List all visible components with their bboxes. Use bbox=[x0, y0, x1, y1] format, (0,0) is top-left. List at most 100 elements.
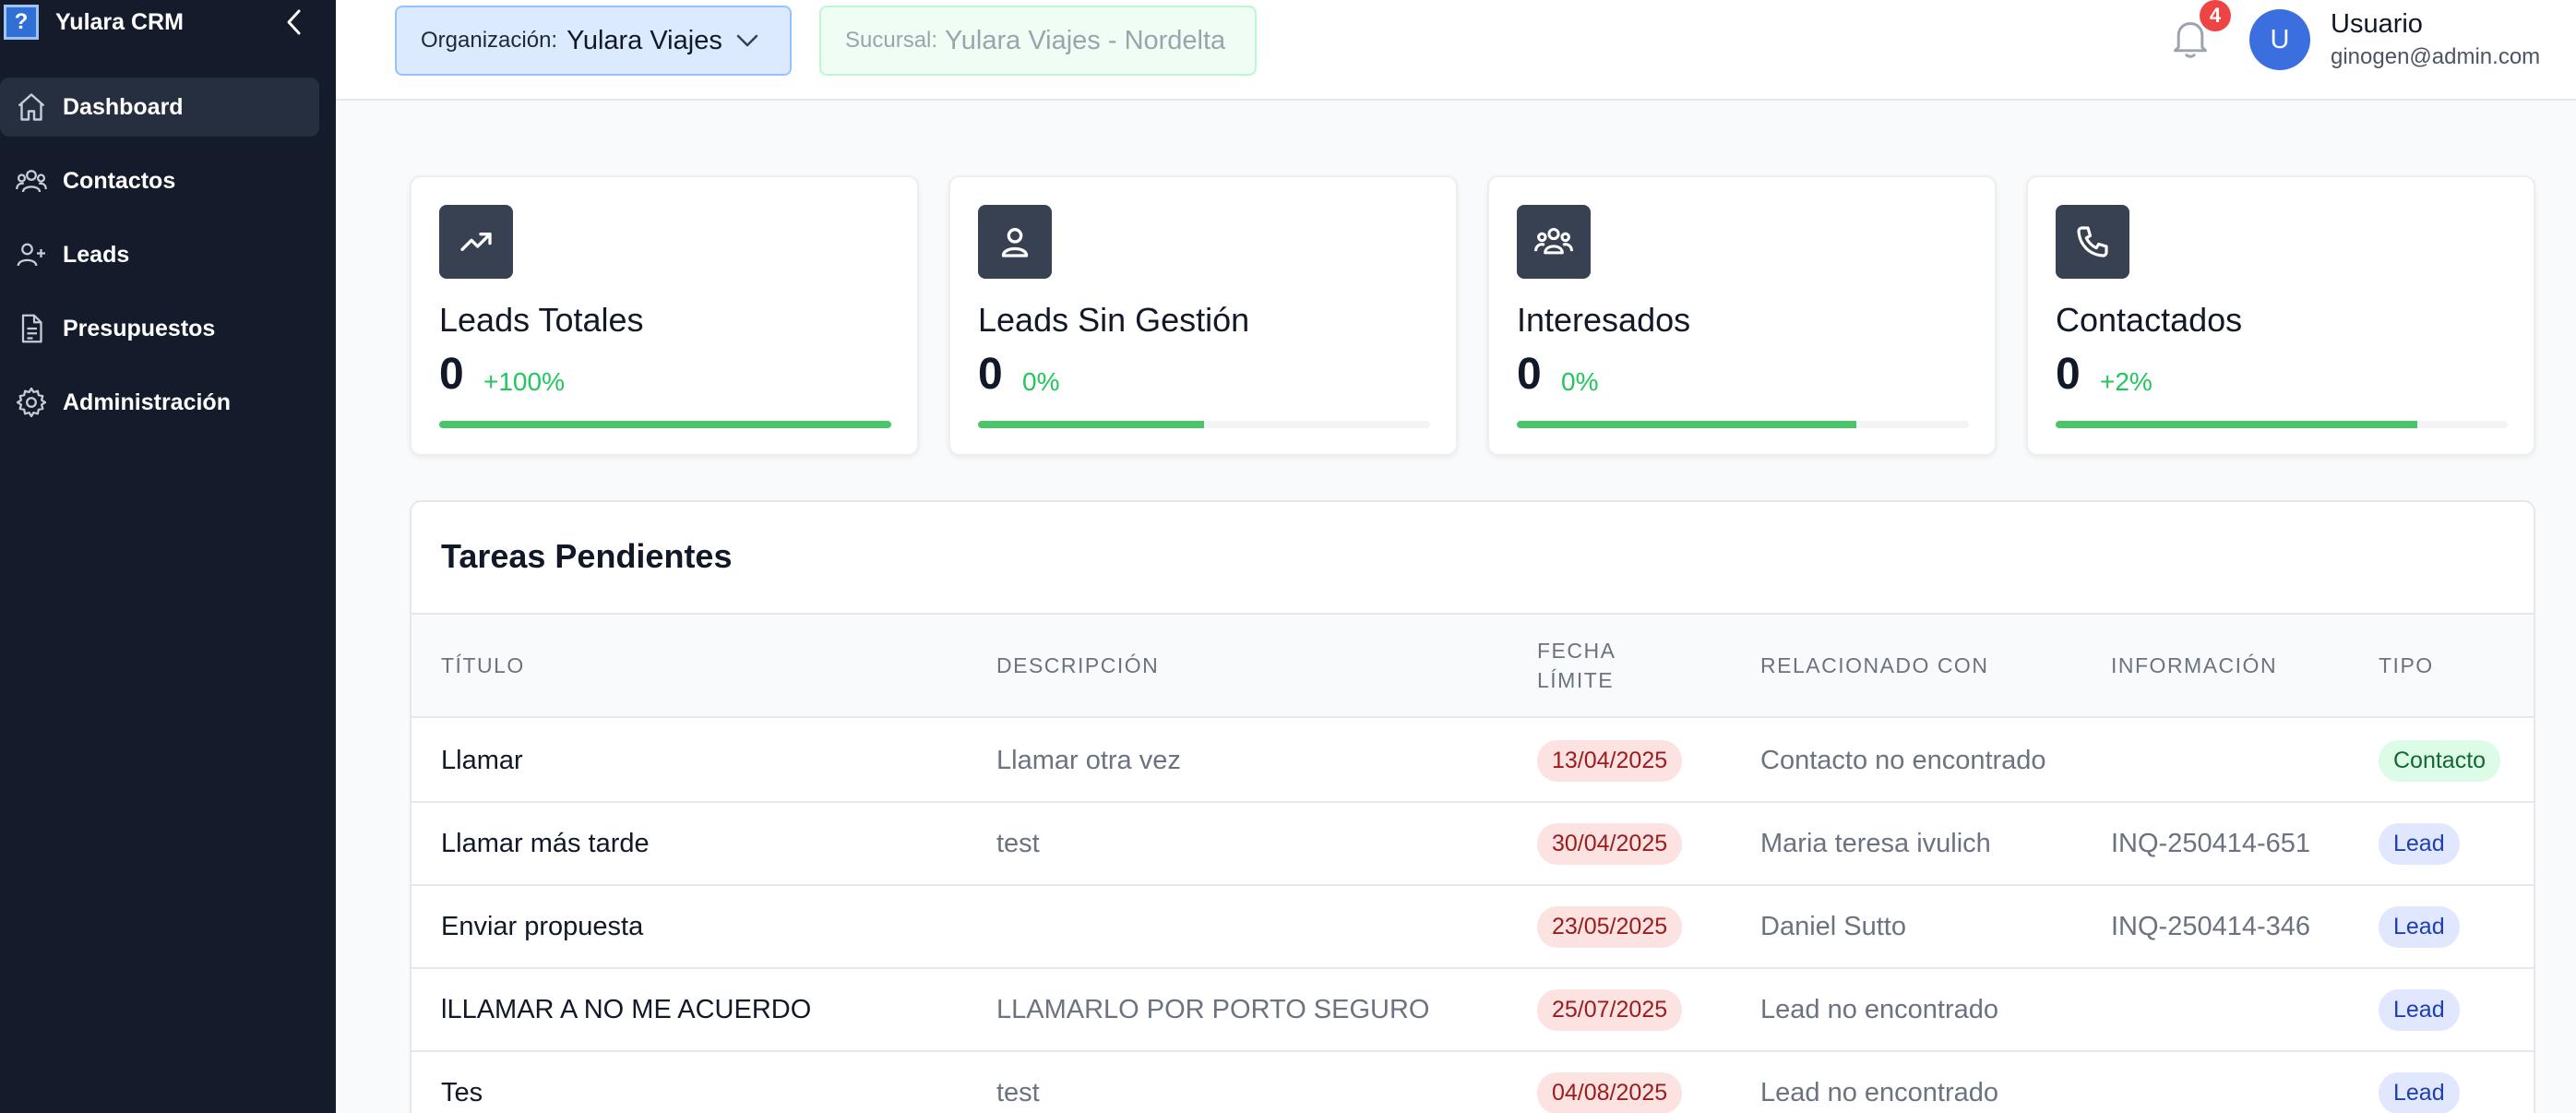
task-related: Daniel Sutto bbox=[1760, 911, 1906, 941]
task-description: Llamar otra vez bbox=[996, 745, 1181, 775]
branch-value: Yulara Viajes - Nordelta bbox=[945, 25, 1226, 55]
branch-select[interactable]: Sucursal: Yulara Viajes - Nordelta bbox=[819, 6, 1257, 76]
due-date-badge: 25/07/2025 bbox=[1537, 988, 1683, 1031]
user-email: ginogen@admin.com bbox=[2331, 44, 2541, 69]
sidebar-item-label: Leads bbox=[63, 241, 130, 268]
avatar[interactable]: U bbox=[2249, 9, 2310, 70]
type-badge: Lead bbox=[2379, 1071, 2460, 1113]
table-row[interactable]: Enviar propuesta 23/05/2025 Daniel Sutto… bbox=[411, 886, 2534, 969]
stat-value: 0 bbox=[2056, 350, 2081, 399]
task-due-date-cell: 30/04/2025 bbox=[1537, 803, 1683, 884]
stat-progress-fill bbox=[2056, 421, 2417, 428]
column-header-fecha-1: FECHA bbox=[1537, 639, 1616, 663]
sidebar-item-label: Administración bbox=[63, 389, 231, 415]
stat-card-contactados: Contactados 0 +2% bbox=[2026, 175, 2535, 456]
task-type-cell: Lead bbox=[2379, 969, 2460, 1050]
trending-up-icon bbox=[439, 205, 513, 279]
stat-progress-fill bbox=[439, 421, 891, 428]
type-badge: Contacto bbox=[2379, 739, 2501, 782]
stat-delta: +100% bbox=[483, 367, 565, 396]
column-header-relacionado: RELACIONADO CON bbox=[1760, 653, 1989, 677]
column-header-titulo: TÍTULO bbox=[441, 653, 525, 677]
task-related: Contacto no encontrado bbox=[1760, 745, 2046, 775]
column-header-tipo: TIPO bbox=[2379, 653, 2434, 677]
sidebar-item-dashboard[interactable]: Dashboard bbox=[0, 78, 319, 137]
task-due-date-cell: 23/05/2025 bbox=[1537, 886, 1683, 967]
stat-title: Leads Sin Gestión bbox=[978, 301, 1250, 339]
due-date-badge: 04/08/2025 bbox=[1537, 1071, 1683, 1113]
stat-title: Leads Totales bbox=[439, 301, 644, 339]
task-title: Tes bbox=[441, 1077, 483, 1107]
task-description: LLAMARLO POR PORTO SEGURO bbox=[996, 994, 1430, 1024]
users-icon bbox=[0, 164, 63, 197]
sidebar-item-presupuestos[interactable]: Presupuestos bbox=[0, 299, 319, 358]
user-name: Usuario bbox=[2331, 9, 2423, 39]
stat-progress-bar bbox=[1517, 421, 1969, 428]
table-row[interactable]: Tes test 04/08/2025 Lead no encontrado L… bbox=[411, 1052, 2534, 1113]
stat-progress-bar bbox=[2056, 421, 2508, 428]
stat-value: 0 bbox=[439, 350, 464, 399]
stat-delta: +2% bbox=[2100, 367, 2153, 396]
panel-title: Tareas Pendientes bbox=[441, 537, 733, 575]
stat-progress-bar bbox=[439, 421, 891, 428]
stat-title: Interesados bbox=[1517, 301, 1691, 339]
stat-card-interesados: Interesados 0 0% bbox=[1487, 175, 1997, 456]
task-due-date-cell: 25/07/2025 bbox=[1537, 969, 1683, 1050]
table-row[interactable]: lLLAMAR A NO ME ACUERDO LLAMARLO POR POR… bbox=[411, 969, 2534, 1052]
sidebar-item-administracion[interactable]: Administración bbox=[0, 373, 319, 432]
task-related: Lead no encontrado bbox=[1760, 1077, 1998, 1107]
collapse-sidebar-button[interactable] bbox=[279, 6, 310, 39]
due-date-badge: 23/05/2025 bbox=[1537, 905, 1683, 948]
task-info: INQ-250414-651 bbox=[2111, 828, 2311, 858]
task-title: Llamar más tarde bbox=[441, 828, 650, 858]
type-badge: Lead bbox=[2379, 905, 2460, 948]
task-description: test bbox=[996, 828, 1040, 858]
task-related: Lead no encontrado bbox=[1760, 994, 1998, 1024]
due-date-badge: 13/04/2025 bbox=[1537, 739, 1683, 782]
organization-label: Organización: bbox=[421, 28, 558, 53]
task-related: Maria teresa ivulich bbox=[1760, 828, 1991, 858]
organization-value: Yulara Viajes bbox=[566, 25, 722, 55]
task-due-date-cell: 13/04/2025 bbox=[1537, 720, 1683, 801]
sidebar-item-label: Contactos bbox=[63, 167, 176, 194]
organization-select[interactable]: Organización: Yulara Viajes bbox=[395, 6, 792, 76]
stat-card-leads-sin-gestion: Leads Sin Gestión 0 0% bbox=[948, 175, 1458, 456]
stat-card-leads-totales: Leads Totales 0 +100% bbox=[410, 175, 919, 456]
task-type-cell: Lead bbox=[2379, 886, 2460, 967]
stat-progress-bar bbox=[978, 421, 1430, 428]
table-row[interactable]: Llamar Llamar otra vez 13/04/2025 Contac… bbox=[411, 720, 2534, 803]
task-type-cell: Lead bbox=[2379, 1052, 2460, 1113]
stat-progress-fill bbox=[1517, 421, 1856, 428]
column-header-fecha-2: LÍMITE bbox=[1537, 668, 1615, 692]
chevron-down-icon bbox=[735, 33, 759, 48]
type-badge: Lead bbox=[2379, 822, 2460, 865]
pending-tasks-panel: Tareas Pendientes TÍTULO DESCRIPCIÓN FEC… bbox=[410, 500, 2535, 1113]
gear-icon bbox=[0, 386, 63, 419]
sidebar-item-label: Presupuestos bbox=[63, 315, 216, 341]
user-icon bbox=[978, 205, 1052, 279]
task-due-date-cell: 04/08/2025 bbox=[1537, 1052, 1683, 1113]
type-badge: Lead bbox=[2379, 988, 2460, 1031]
sidebar: ? Yulara CRM Dashboard Contactos Leads P… bbox=[0, 0, 336, 1113]
table-header: TÍTULO DESCRIPCIÓN FECHA LÍMITE RELACION… bbox=[411, 613, 2534, 718]
sidebar-item-contactos[interactable]: Contactos bbox=[0, 151, 319, 210]
task-info: INQ-250414-346 bbox=[2111, 911, 2311, 941]
due-date-badge: 30/04/2025 bbox=[1537, 822, 1683, 865]
app-logo-icon: ? bbox=[4, 5, 39, 40]
task-type-cell: Contacto bbox=[2379, 720, 2501, 801]
brand: ? Yulara CRM bbox=[0, 0, 336, 44]
notifications-count-badge: 4 bbox=[2200, 0, 2231, 31]
sidebar-item-leads[interactable]: Leads bbox=[0, 225, 319, 284]
stat-value: 0 bbox=[978, 350, 1003, 399]
sidebar-item-label: Dashboard bbox=[63, 93, 184, 120]
chevron-left-icon bbox=[287, 9, 301, 35]
stat-value: 0 bbox=[1517, 350, 1542, 399]
app-name: Yulara CRM bbox=[55, 8, 184, 35]
user-plus-icon bbox=[0, 238, 63, 271]
sidebar-nav: Dashboard Contactos Leads Presupuestos A… bbox=[0, 78, 336, 447]
table-row[interactable]: Llamar más tarde test 30/04/2025 Maria t… bbox=[411, 803, 2534, 886]
task-description: test bbox=[996, 1077, 1040, 1107]
stat-delta: 0% bbox=[1022, 367, 1060, 396]
task-type-cell: Lead bbox=[2379, 803, 2460, 884]
task-title: Enviar propuesta bbox=[441, 911, 644, 941]
